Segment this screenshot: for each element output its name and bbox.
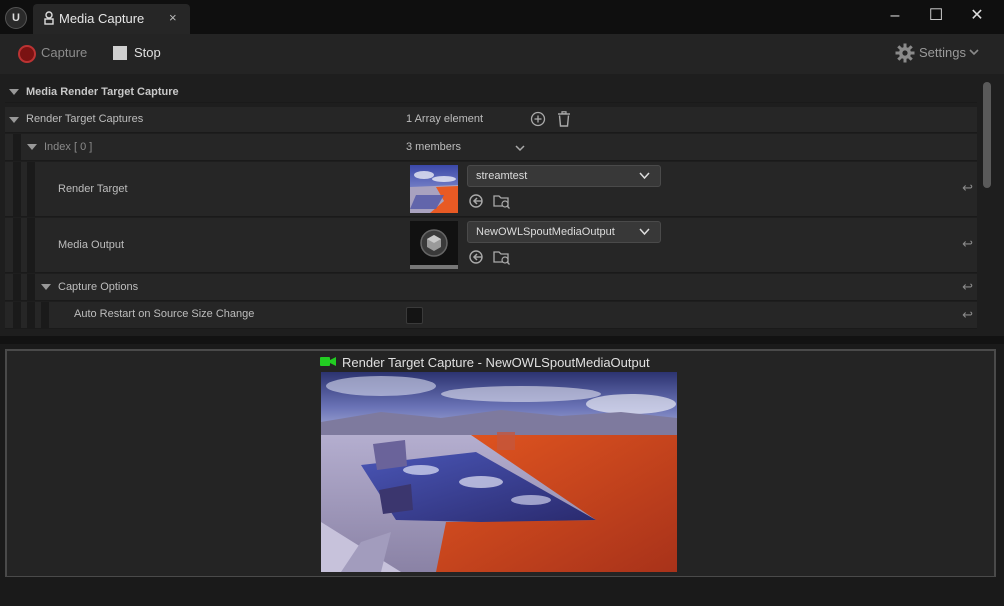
row-auto-restart: Auto Restart on Source Size Change ↩: [5, 302, 977, 329]
unreal-logo-icon[interactable]: U: [5, 7, 27, 29]
chevron-down-icon[interactable]: [514, 143, 526, 153]
expand-triangle-icon[interactable]: [41, 284, 51, 290]
index-label-prefix: Index [: [44, 141, 81, 153]
section-media-render-target-capture[interactable]: Media Render Target Capture: [5, 80, 977, 103]
auto-restart-checkbox[interactable]: [406, 307, 423, 324]
row-index: Index [ 0 ] 3 members: [5, 134, 977, 161]
settings-button-label: Settings: [919, 45, 966, 60]
media-output-thumbnail[interactable]: [410, 221, 458, 269]
reset-to-default-icon[interactable]: ↩: [962, 307, 973, 323]
media-output-asset-name: NewOWLSpoutMediaOutput: [476, 226, 615, 238]
minimize-button[interactable]: –: [880, 6, 910, 28]
indent-guide: [27, 274, 35, 300]
stop-icon: [113, 46, 127, 60]
indent-guide: [27, 218, 35, 272]
record-icon: [18, 45, 36, 63]
indent-guide: [13, 218, 21, 272]
reset-to-default-icon[interactable]: ↩: [962, 279, 973, 295]
row-render-target: Render Target streamtest ↩: [5, 162, 977, 217]
members-count: 3 members: [406, 141, 462, 153]
browse-to-asset-icon[interactable]: [493, 249, 511, 265]
row-media-output: Media Output NewOWLSpoutMediaOutput ↩: [5, 218, 977, 273]
toolbar: Capture Stop Settings: [0, 34, 1004, 74]
maximize-button[interactable]: ☐: [921, 6, 951, 28]
chevron-down-icon: [969, 49, 979, 56]
tab-close-icon[interactable]: ×: [169, 10, 177, 25]
indent-guide: [13, 134, 21, 160]
render-target-asset-name: streamtest: [476, 170, 528, 182]
expand-triangle-icon[interactable]: [9, 89, 19, 95]
tab-label: Media Capture: [59, 11, 145, 26]
browse-to-asset-icon[interactable]: [493, 193, 511, 209]
chevron-down-icon: [639, 228, 650, 236]
chevron-down-icon: [639, 172, 650, 180]
render-target-asset-combo[interactable]: streamtest: [467, 165, 661, 187]
reset-to-default-icon[interactable]: ↩: [962, 236, 973, 252]
array-element-count: 1 Array element: [406, 113, 484, 125]
indent-guide: [13, 162, 21, 216]
panel-splitter[interactable]: [0, 336, 1004, 344]
stop-button-label: Stop: [134, 45, 161, 60]
media-output-label: Media Output: [58, 239, 125, 251]
indent-guide: [27, 162, 35, 216]
media-output-asset-combo[interactable]: NewOWLSpoutMediaOutput: [467, 221, 661, 243]
render-target-label: Render Target: [58, 183, 128, 195]
video-camera-icon: [320, 357, 336, 366]
details-panel: Media Render Target Capture Render Targe…: [0, 74, 1004, 336]
index-label-suffix: ]: [86, 141, 93, 153]
tab-media-capture[interactable]: Media Capture ×: [33, 4, 190, 34]
gear-icon: [895, 43, 915, 63]
expand-triangle-icon[interactable]: [9, 117, 19, 123]
use-selected-asset-icon[interactable]: [468, 193, 484, 209]
render-target-captures-label: Render Target Captures: [26, 113, 144, 125]
close-window-button[interactable]: ✕: [962, 6, 992, 28]
index-label: Index [ 0 ]: [44, 141, 92, 153]
media-capture-tab-icon: [44, 11, 54, 25]
bottom-bar: [0, 577, 1004, 606]
expand-triangle-icon[interactable]: [27, 144, 37, 150]
capture-button-label: Capture: [41, 45, 88, 60]
indent-guide: [13, 302, 21, 328]
section-title: Media Render Target Capture: [26, 86, 179, 98]
title-bar: U Media Capture × – ☐ ✕: [0, 0, 1004, 34]
indent-guide: [13, 274, 21, 300]
details-scrollbar[interactable]: [983, 82, 991, 188]
delete-all-icon[interactable]: [557, 111, 571, 127]
row-capture-options[interactable]: Capture Options ↩: [5, 274, 977, 301]
render-target-preview-image: [321, 372, 677, 572]
capture-options-label: Capture Options: [58, 281, 139, 293]
reset-to-default-icon[interactable]: ↩: [962, 180, 973, 196]
preview-title-text: Render Target Capture - NewOWLSpoutMedia…: [342, 355, 650, 370]
add-element-icon[interactable]: [530, 111, 546, 127]
render-target-thumbnail[interactable]: [410, 165, 458, 213]
indent-guide: [41, 302, 49, 328]
use-selected-asset-icon[interactable]: [468, 249, 484, 265]
indent-guide: [27, 302, 35, 328]
auto-restart-label: Auto Restart on Source Size Change: [74, 308, 255, 320]
row-render-target-captures: Render Target Captures 1 Array element: [5, 107, 977, 133]
